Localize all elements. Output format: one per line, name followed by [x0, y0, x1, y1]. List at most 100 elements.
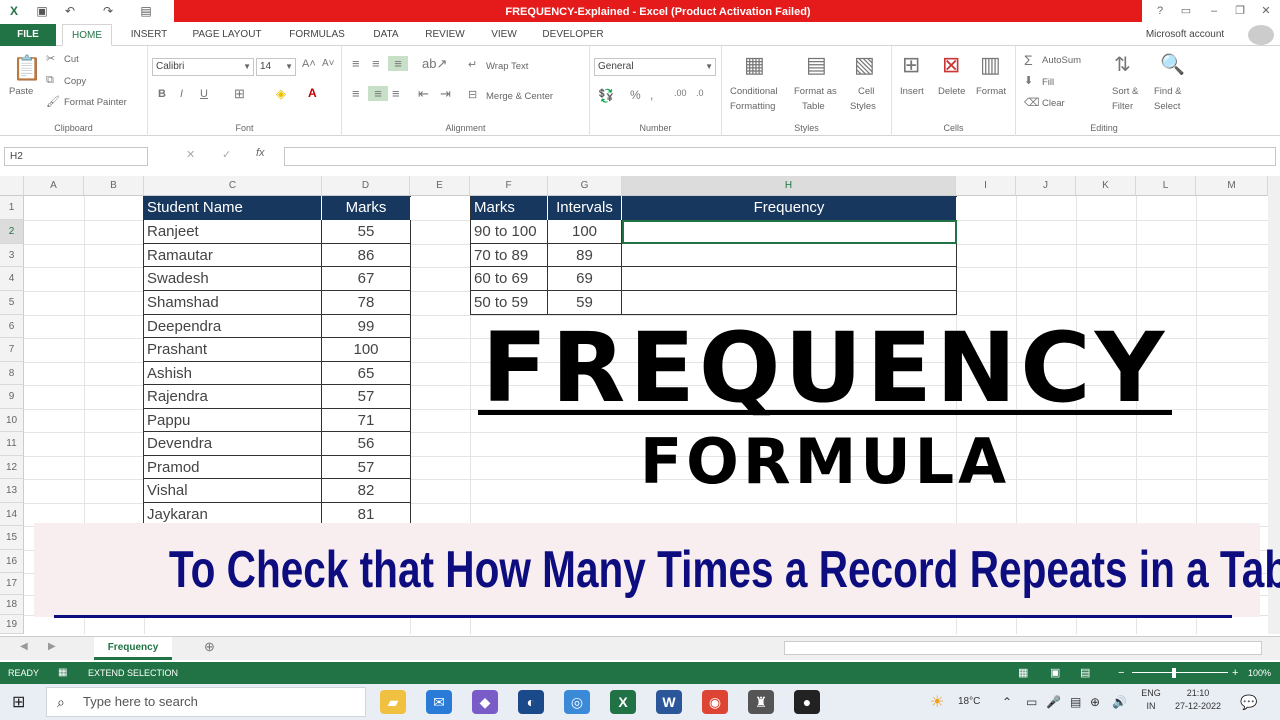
- row-header[interactable]: 17: [0, 573, 24, 595]
- number-format-select[interactable]: General ▼: [594, 58, 716, 76]
- align-top-icon[interactable]: ≡: [352, 56, 360, 71]
- font-name-select[interactable]: Calibri ▼: [152, 58, 254, 76]
- fill-button[interactable]: Fill: [1042, 77, 1054, 88]
- wrap-text-button[interactable]: Wrap Text: [486, 61, 528, 72]
- cut-icon[interactable]: ✂: [46, 52, 55, 65]
- percent-icon[interactable]: %: [630, 88, 641, 102]
- font-size-select[interactable]: 14 ▼: [256, 58, 296, 76]
- row-header[interactable]: 15: [0, 526, 24, 550]
- bold-icon[interactable]: B: [158, 88, 166, 100]
- microphone-icon[interactable]: 🎤: [1046, 684, 1061, 720]
- undo-icon[interactable]: ↶: [62, 3, 78, 19]
- row-header[interactable]: 19: [0, 615, 24, 634]
- format-as-table-button[interactable]: Format as: [794, 86, 837, 97]
- excel-taskbar-icon[interactable]: X: [610, 690, 636, 714]
- borders-icon[interactable]: ⊞: [234, 86, 245, 102]
- app-icon[interactable]: ◆: [472, 690, 498, 714]
- clock[interactable]: 21:10 27-12-2022: [1168, 687, 1228, 713]
- frequency-cell[interactable]: [622, 267, 957, 291]
- app-icon-5[interactable]: ●: [794, 690, 820, 714]
- select-all-corner[interactable]: [0, 176, 24, 196]
- row-header[interactable]: 12: [0, 456, 24, 479]
- row-header[interactable]: 7: [0, 338, 24, 362]
- word-taskbar-icon[interactable]: W: [656, 690, 682, 714]
- tab-file[interactable]: FILE: [0, 24, 56, 46]
- marks-cell[interactable]: 82: [322, 479, 411, 503]
- help-icon[interactable]: ?: [1150, 3, 1170, 19]
- student-name-cell[interactable]: Ramautar: [144, 244, 322, 267]
- weather-icon[interactable]: ☀: [930, 692, 944, 712]
- tab-developer[interactable]: DEVELOPER: [536, 24, 610, 46]
- horizontal-scrollbar[interactable]: [784, 641, 1262, 655]
- marks-cell[interactable]: 67: [322, 267, 411, 291]
- tab-formulas[interactable]: FORMULAS: [280, 24, 354, 46]
- column-header[interactable]: D: [322, 176, 410, 196]
- font-color-icon[interactable]: A: [308, 86, 317, 100]
- save-icon[interactable]: ▣: [34, 3, 50, 19]
- comma-icon[interactable]: ,: [650, 88, 653, 102]
- student-name-cell[interactable]: Deependra: [144, 315, 322, 338]
- student-name-cell[interactable]: Rajendra: [144, 385, 322, 409]
- align-right-icon[interactable]: ≡: [392, 86, 400, 101]
- marks-cell[interactable]: 71: [322, 409, 411, 432]
- format-cells-icon[interactable]: ▥: [980, 52, 1001, 78]
- customize-icon[interactable]: ▤: [138, 3, 154, 19]
- decrease-indent-icon[interactable]: ⇤: [418, 86, 429, 102]
- tab-home[interactable]: HOME: [62, 24, 112, 46]
- prev-sheet-icon[interactable]: ◀: [20, 641, 28, 652]
- tab-page-layout[interactable]: PAGE LAYOUT: [184, 24, 270, 46]
- column-header[interactable]: C: [144, 176, 322, 196]
- column-header[interactable]: H: [622, 176, 956, 196]
- marks-cell[interactable]: 65: [322, 362, 411, 385]
- grow-font-icon[interactable]: A˄: [302, 58, 316, 70]
- format-as-table-icon[interactable]: ▤: [806, 52, 827, 78]
- row-header[interactable]: 5: [0, 291, 24, 315]
- app-icon-3[interactable]: ◎: [564, 690, 590, 714]
- zoom-slider-thumb[interactable]: [1172, 668, 1176, 678]
- find-select-icon[interactable]: 🔍: [1160, 52, 1185, 77]
- marks-cell[interactable]: 78: [322, 291, 411, 315]
- add-sheet-icon[interactable]: ⊕: [204, 639, 215, 655]
- windows-start-icon[interactable]: ⊞: [12, 692, 25, 712]
- autosum-icon[interactable]: Σ: [1024, 52, 1033, 68]
- sort-filter-icon[interactable]: ⇅: [1114, 52, 1131, 77]
- cell-styles-icon[interactable]: ▧: [854, 52, 875, 78]
- file-explorer-icon[interactable]: ▰: [380, 690, 406, 714]
- student-name-cell[interactable]: Pramod: [144, 456, 322, 479]
- marks-cell[interactable]: 100: [322, 338, 411, 362]
- align-left-icon[interactable]: ≡: [352, 86, 360, 101]
- ribbon-display-icon[interactable]: ▭: [1176, 3, 1196, 19]
- column-header[interactable]: E: [410, 176, 470, 196]
- student-name-cell[interactable]: Devendra: [144, 432, 322, 456]
- conditional-formatting-button[interactable]: Conditional: [730, 86, 778, 97]
- row-header[interactable]: 9: [0, 385, 24, 409]
- marks-cell[interactable]: 99: [322, 315, 411, 338]
- marks-cell[interactable]: 56: [322, 432, 411, 456]
- zoom-in-icon[interactable]: +: [1232, 662, 1238, 684]
- decrease-decimal-icon[interactable]: .0: [696, 88, 704, 98]
- marks-cell[interactable]: 55: [322, 220, 411, 244]
- fill-icon[interactable]: ⬇: [1024, 74, 1033, 87]
- zoom-out-icon[interactable]: −: [1118, 662, 1124, 684]
- column-header[interactable]: M: [1196, 176, 1268, 196]
- merge-icon[interactable]: ⊟: [468, 88, 477, 101]
- marks-cell[interactable]: 86: [322, 244, 411, 267]
- row-header[interactable]: 13: [0, 479, 24, 503]
- copy-icon[interactable]: ⧉: [46, 74, 54, 87]
- freq-marks-cell[interactable]: 60 to 69: [471, 267, 548, 291]
- delete-cells-button[interactable]: Delete: [938, 86, 965, 97]
- name-box[interactable]: H2: [4, 147, 148, 166]
- restore-icon[interactable]: ❐: [1230, 3, 1250, 19]
- freq-marks-cell[interactable]: 90 to 100: [471, 220, 548, 244]
- page-layout-view-icon[interactable]: ▣: [1050, 662, 1060, 684]
- mail-icon[interactable]: ✉: [426, 690, 452, 714]
- frequency-cell[interactable]: [622, 244, 957, 267]
- tab-view[interactable]: VIEW: [482, 24, 526, 46]
- language-indicator[interactable]: ENG IN: [1138, 687, 1164, 713]
- row-header[interactable]: 18: [0, 595, 24, 615]
- student-name-cell[interactable]: Ashish: [144, 362, 322, 385]
- column-header[interactable]: B: [84, 176, 144, 196]
- student-name-cell[interactable]: Pappu: [144, 409, 322, 432]
- freq-marks-cell[interactable]: 70 to 89: [471, 244, 548, 267]
- row-header[interactable]: 3: [0, 244, 24, 267]
